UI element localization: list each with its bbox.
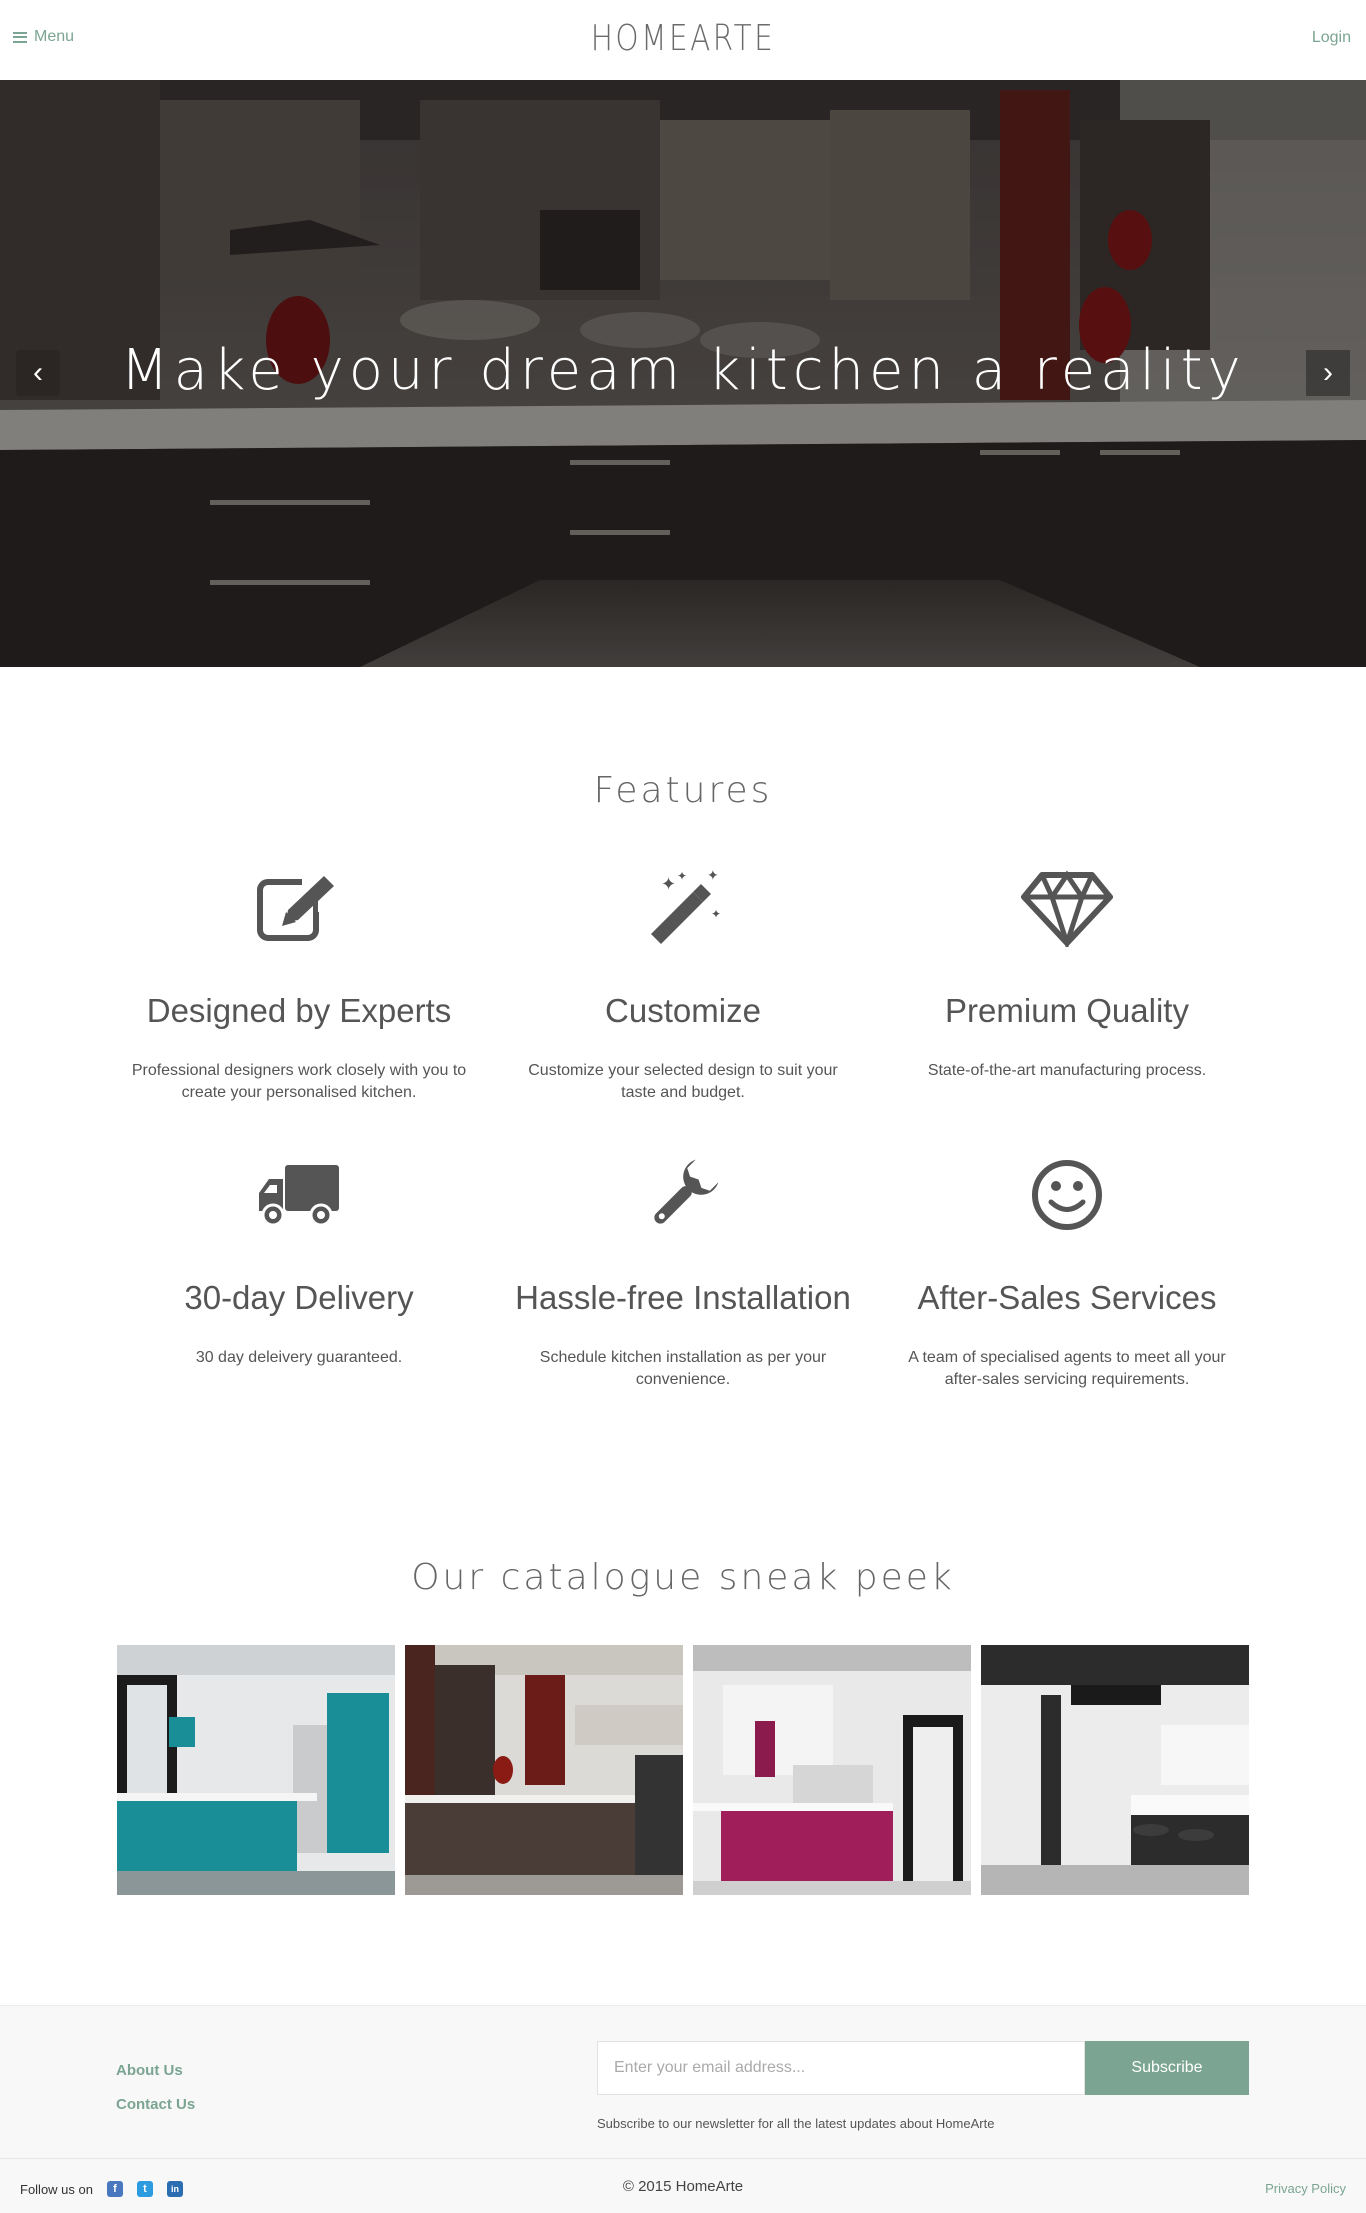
footer-divider <box>0 2158 1366 2159</box>
about-us-link[interactable]: About Us <box>116 2062 183 2079</box>
feature-title: 30-day Delivery <box>184 1279 414 1316</box>
hero-carousel: Make your dream kitchen a reality ‹ › <box>0 80 1366 667</box>
feature-title: After-Sales Services <box>917 1279 1217 1316</box>
svg-text:✦: ✦ <box>707 868 719 884</box>
privacy-policy-link[interactable]: Privacy Policy <box>1265 2181 1346 2196</box>
feature-title: Premium Quality <box>945 992 1189 1029</box>
svg-text:✦: ✦ <box>661 874 676 895</box>
contact-us-link[interactable]: Contact Us <box>116 2096 195 2113</box>
kitchen-brown-image <box>405 1645 683 1895</box>
newsletter-note: Subscribe to our newsletter for all the … <box>597 2116 995 2131</box>
carousel-prev-button[interactable]: ‹ <box>16 350 60 396</box>
chevron-left-icon: ‹ <box>33 356 43 389</box>
catalogue-item[interactable] <box>405 1645 683 1895</box>
kitchen-black-white-image <box>981 1645 1249 1895</box>
subscribe-button[interactable]: Subscribe <box>1085 2041 1249 2095</box>
catalogue-item[interactable] <box>693 1645 971 1895</box>
feature-description: State-of-the-art manufacturing process. <box>927 1062 1207 1079</box>
feature-title: Designed by Experts <box>146 992 452 1029</box>
feature-after-sales-services: After-Sales Services A team of specialis… <box>875 1147 1259 1391</box>
login-link[interactable]: Login <box>1312 29 1351 47</box>
edit-icon <box>249 860 349 956</box>
feature-description: 30 day deleivery guaranteed. <box>195 1349 403 1366</box>
diamond-icon <box>1017 860 1117 956</box>
hero-title: Make your dream kitchen a reality <box>120 338 1246 403</box>
hamburger-icon <box>13 31 27 43</box>
feature-designed-by-experts: Designed by Experts Professional designe… <box>107 860 491 1104</box>
menu-button[interactable]: Menu <box>13 28 74 46</box>
magic-wand-icon: ✦ ✦ ✦ ✦ <box>633 860 733 956</box>
feature-title: Hassle-free Installation <box>515 1279 851 1316</box>
svg-text:✦: ✦ <box>677 869 687 883</box>
catalogue-title: Our catalogue sneak peek <box>411 1557 955 1598</box>
carousel-next-button[interactable]: › <box>1306 350 1350 396</box>
feature-customize: ✦ ✦ ✦ ✦ Customize Customize your selecte… <box>491 860 875 1104</box>
copyright-text: © 2015 HomeArte <box>622 2178 744 2195</box>
feature-description: Schedule kitchen installation as per you… <box>539 1349 827 1388</box>
kitchen-magenta-image <box>693 1645 971 1895</box>
chevron-right-icon: › <box>1323 356 1333 389</box>
feature-30-day-delivery: 30-day Delivery 30 day deleivery guarant… <box>107 1147 491 1369</box>
kitchen-teal-image <box>117 1645 395 1895</box>
smiley-icon <box>1017 1147 1117 1243</box>
truck-icon <box>249 1147 349 1243</box>
feature-hassle-free-installation: Hassle-free Installation Schedule kitche… <box>491 1147 875 1391</box>
wrench-icon <box>633 1147 733 1243</box>
menu-label: Menu <box>34 28 75 45</box>
feature-premium-quality: Premium Quality State-of-the-art manufac… <box>875 860 1259 1082</box>
feature-description: A team of specialised agents to meet all… <box>908 1349 1226 1388</box>
feature-description: Professional designers work closely with… <box>131 1062 467 1101</box>
top-header: Menu HOMEARTE Login <box>0 0 1366 80</box>
feature-title: Customize <box>605 992 761 1029</box>
features-title: Features <box>593 770 773 811</box>
footer: About Us Contact Us Subscribe Subscribe … <box>0 2005 1366 2213</box>
catalogue-item[interactable] <box>117 1645 395 1895</box>
feature-description: Customize your selected design to suit y… <box>528 1062 838 1101</box>
catalogue-item[interactable] <box>981 1645 1249 1895</box>
newsletter-email-input[interactable] <box>597 2041 1085 2095</box>
brand-logo[interactable]: HOMEARTE <box>123 18 1243 59</box>
svg-text:✦: ✦ <box>711 907 721 921</box>
